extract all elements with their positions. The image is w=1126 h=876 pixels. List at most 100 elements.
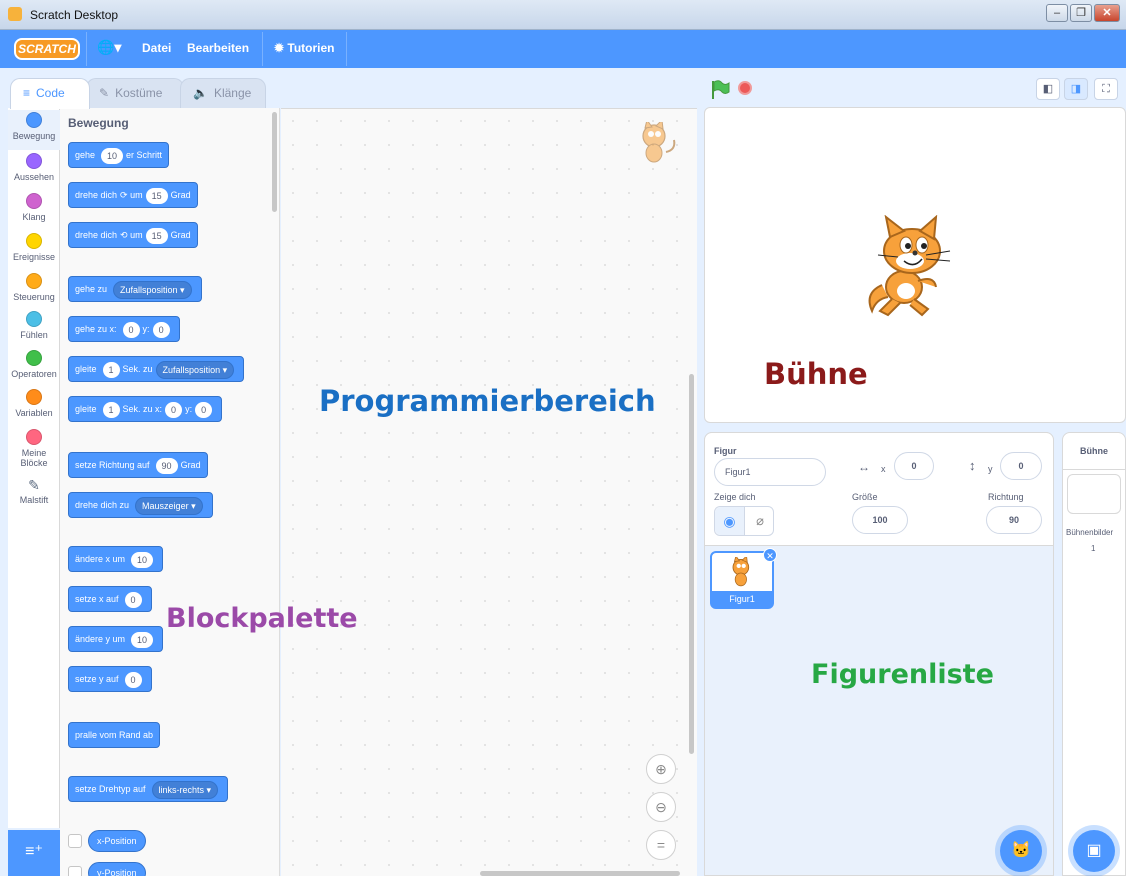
normal-stage-button[interactable]: ◨ xyxy=(1064,78,1088,100)
script-area[interactable] xyxy=(281,108,697,876)
direction-input[interactable]: 90 xyxy=(986,506,1042,534)
category-label: Meine Blöcke xyxy=(20,448,48,468)
minimize-button[interactable]: – xyxy=(1046,4,1068,22)
menu-file[interactable]: Datei xyxy=(142,41,171,55)
small-stage-button[interactable]: ◧ xyxy=(1036,78,1060,100)
menu-separator xyxy=(346,32,347,66)
block-input[interactable]: 0 xyxy=(195,401,213,418)
add-sprite-button[interactable]: 🐱 xyxy=(1000,830,1042,872)
backdrop-thumbnail[interactable] xyxy=(1067,474,1121,514)
zoom-reset-button[interactable]: = xyxy=(646,830,676,860)
reporter-block[interactable]: x-Position xyxy=(88,830,146,852)
category-events[interactable]: Ereignisse xyxy=(8,233,60,262)
tab-code[interactable]: ≡ Code xyxy=(10,78,90,109)
add-extension-button[interactable]: ≡⁺ xyxy=(8,830,60,876)
stop-icon[interactable] xyxy=(738,81,752,95)
block-input[interactable]: 1 xyxy=(102,401,120,418)
block-input[interactable]: 0 xyxy=(122,321,140,338)
category-variables[interactable]: Variablen xyxy=(8,389,60,418)
category-sound[interactable]: Klang xyxy=(8,193,60,222)
script-vertical-scrollbar[interactable] xyxy=(689,374,694,754)
block-set-y[interactable]: setze y auf 0 xyxy=(68,666,152,692)
category-looks[interactable]: Aussehen xyxy=(8,153,60,182)
extension-icon: ≡⁺ xyxy=(25,843,43,860)
sprite-name-input[interactable]: Figur1 xyxy=(714,458,826,486)
scratch-logo[interactable]: SCRATCH xyxy=(14,38,80,60)
block-input[interactable]: 0 xyxy=(152,321,170,338)
block-goto[interactable]: gehe zu Zufallsposition ▾ xyxy=(68,276,202,302)
block-dropdown[interactable]: Mauszeiger ▾ xyxy=(135,496,203,515)
annotation-block-palette: Blockpalette xyxy=(166,603,358,634)
category-sensing[interactable]: Fühlen xyxy=(8,311,60,340)
block-input[interactable]: 0 xyxy=(124,671,142,688)
category-control[interactable]: Steuerung xyxy=(8,273,60,302)
app-icon xyxy=(8,7,22,21)
block-input[interactable]: 15 xyxy=(145,227,168,244)
language-globe-icon[interactable]: 🌐▾ xyxy=(97,39,121,56)
tab-sounds[interactable]: 🔈 Klänge xyxy=(180,78,266,108)
category-operators[interactable]: Operatoren xyxy=(8,350,60,379)
eye-hidden-icon[interactable]: ⌀ xyxy=(745,507,775,535)
category-my-blocks[interactable]: Meine Blöcke xyxy=(8,429,60,468)
maximize-button[interactable]: ❐ xyxy=(1070,4,1092,22)
add-backdrop-button[interactable]: ▣ xyxy=(1073,830,1115,872)
menu-tutorials[interactable]: ✹ Tutorien xyxy=(274,41,335,55)
reporter-y-position[interactable]: y-Position xyxy=(68,862,146,876)
block-dropdown[interactable]: Zufallsposition ▾ xyxy=(113,280,192,299)
category-label: Bewegung xyxy=(12,131,56,141)
zoom-in-button[interactable]: ⊕ xyxy=(646,754,676,784)
block-input[interactable]: 90 xyxy=(155,457,178,474)
image-add-icon: ▣ xyxy=(1086,842,1102,859)
block-glide[interactable]: gleite 1 Sek. zu Zufallsposition ▾ xyxy=(68,356,245,382)
zoom-out-button[interactable]: ⊖ xyxy=(646,792,676,822)
block-turn-right[interactable]: drehe dich ⟳ um 15 Grad xyxy=(68,182,198,208)
category-label: Aussehen xyxy=(13,172,55,182)
fullscreen-button[interactable]: ⛶ xyxy=(1094,78,1118,100)
palette-scrollbar[interactable] xyxy=(272,112,277,212)
block-input[interactable]: 0 xyxy=(124,591,142,608)
window-titlebar: Scratch Desktop – ❐ ✕ xyxy=(0,0,1126,30)
cat-sprite-icon[interactable] xyxy=(862,215,962,319)
block-input[interactable]: 15 xyxy=(145,187,168,204)
green-flag-icon[interactable] xyxy=(710,80,730,100)
block-change-y[interactable]: ändere y um 10 xyxy=(68,626,164,652)
block-dropdown[interactable]: links-rechts ▾ xyxy=(151,780,219,799)
block-point-towards[interactable]: drehe dich zu Mauszeiger ▾ xyxy=(68,492,213,518)
category-motion[interactable]: Bewegung xyxy=(8,110,60,150)
menu-edit[interactable]: Bearbeiten xyxy=(187,41,249,55)
block-bounce[interactable]: pralle vom Rand ab xyxy=(68,722,161,748)
reporter-x-position[interactable]: x-Position xyxy=(68,830,146,852)
reporter-block[interactable]: y-Position xyxy=(88,862,146,876)
block-glide-xy[interactable]: gleite 1 Sek. zu x: 0 y: 0 xyxy=(68,396,223,422)
eye-icon[interactable]: ◉ xyxy=(715,507,745,535)
close-button[interactable]: ✕ xyxy=(1094,4,1120,22)
block-text: Sek. zu xyxy=(122,364,153,374)
y-position-input[interactable]: 0 xyxy=(1000,452,1042,480)
block-text: pralle vom Rand ab xyxy=(75,730,154,740)
figure-label: Figur xyxy=(714,446,737,456)
block-rotation-style[interactable]: setze Drehtyp auf links-rechts ▾ xyxy=(68,776,229,802)
block-turn-left[interactable]: drehe dich ⟲ um 15 Grad xyxy=(68,222,198,248)
block-change-x[interactable]: ändere x um 10 xyxy=(68,546,164,572)
block-input[interactable]: 1 xyxy=(102,361,120,378)
block-point-direction[interactable]: setze Richtung auf 90 Grad xyxy=(68,452,208,478)
block-input[interactable]: 10 xyxy=(131,631,154,648)
script-horizontal-scrollbar[interactable] xyxy=(480,871,680,876)
block-dropdown[interactable]: Zufallsposition ▾ xyxy=(155,360,235,379)
x-position-input[interactable]: 0 xyxy=(894,452,934,480)
sprite-tile[interactable]: ✕ Figur1 xyxy=(710,548,777,609)
block-input[interactable]: 0 xyxy=(165,401,183,418)
block-text: ändere y um xyxy=(75,634,126,644)
block-input[interactable]: 10 xyxy=(131,551,154,568)
block-set-x[interactable]: setze x auf 0 xyxy=(68,586,152,612)
size-input[interactable]: 100 xyxy=(852,506,908,534)
tab-costumes[interactable]: ✎ Kostüme xyxy=(86,78,184,108)
category-pen[interactable]: ✎ Malstift xyxy=(8,477,60,505)
block-text: y: xyxy=(142,324,150,334)
monitor-checkbox[interactable] xyxy=(68,834,82,848)
delete-sprite-icon[interactable]: ✕ xyxy=(763,548,777,562)
block-move[interactable]: gehe 10 er Schritt xyxy=(68,142,170,168)
block-goto-xy[interactable]: gehe zu x: 0 y: 0 xyxy=(68,316,180,342)
block-input[interactable]: 10 xyxy=(101,147,124,164)
monitor-checkbox[interactable] xyxy=(68,866,82,876)
